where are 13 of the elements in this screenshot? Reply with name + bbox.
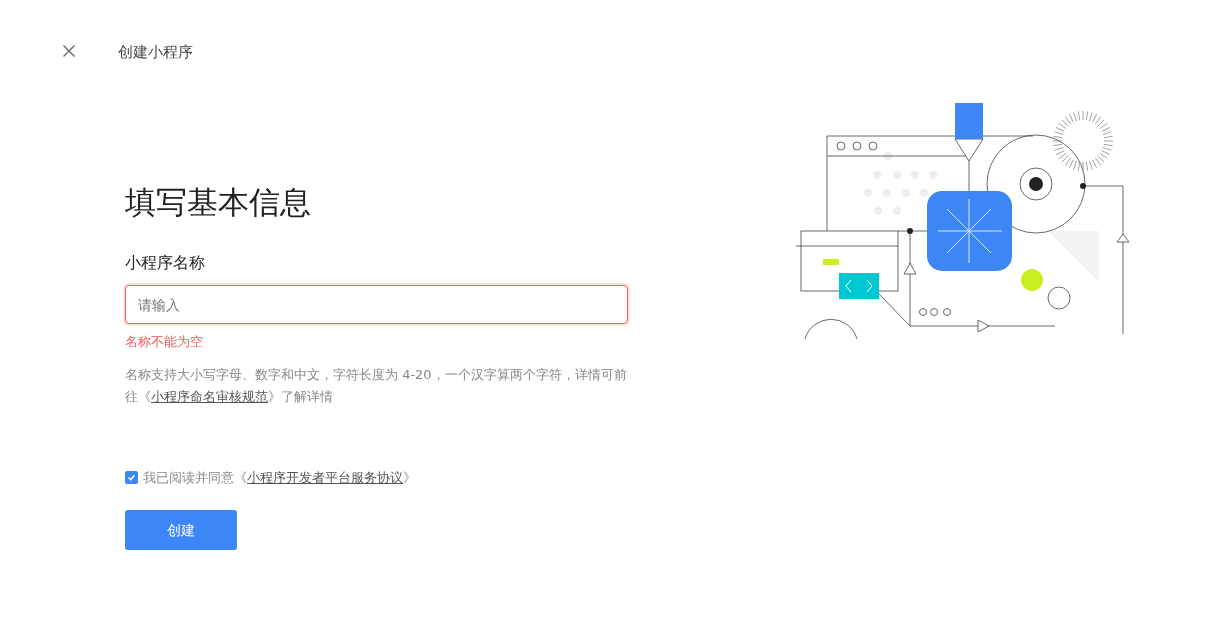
checkmark-icon (127, 472, 136, 482)
agreement-link[interactable]: 小程序开发者平台服务协议 (247, 469, 403, 485)
error-message: 名称不能为空 (125, 333, 204, 352)
agree-checkbox[interactable] (125, 470, 138, 484)
name-input-field[interactable]: 请输入 (125, 285, 628, 325)
page-title: 创建小程序 (118, 42, 193, 63)
hint-text: 名称支持大小写字母、数字和中文，字符长度为 4-20，一个汉字算两个字符，详情可前往《小程序命名审核规范》了解详情 (125, 365, 628, 406)
close-icon[interactable] (62, 44, 76, 58)
create-button[interactable]: 创建 (125, 510, 237, 551)
field-label: 小程序名称 (125, 252, 206, 275)
agreement-text: 我已阅读并同意《小程序开发者平台服务协议》 (143, 468, 416, 487)
naming-rules-link[interactable]: 小程序命名审核规范 (151, 388, 268, 404)
section-heading: 填写基本信息 (125, 184, 312, 222)
